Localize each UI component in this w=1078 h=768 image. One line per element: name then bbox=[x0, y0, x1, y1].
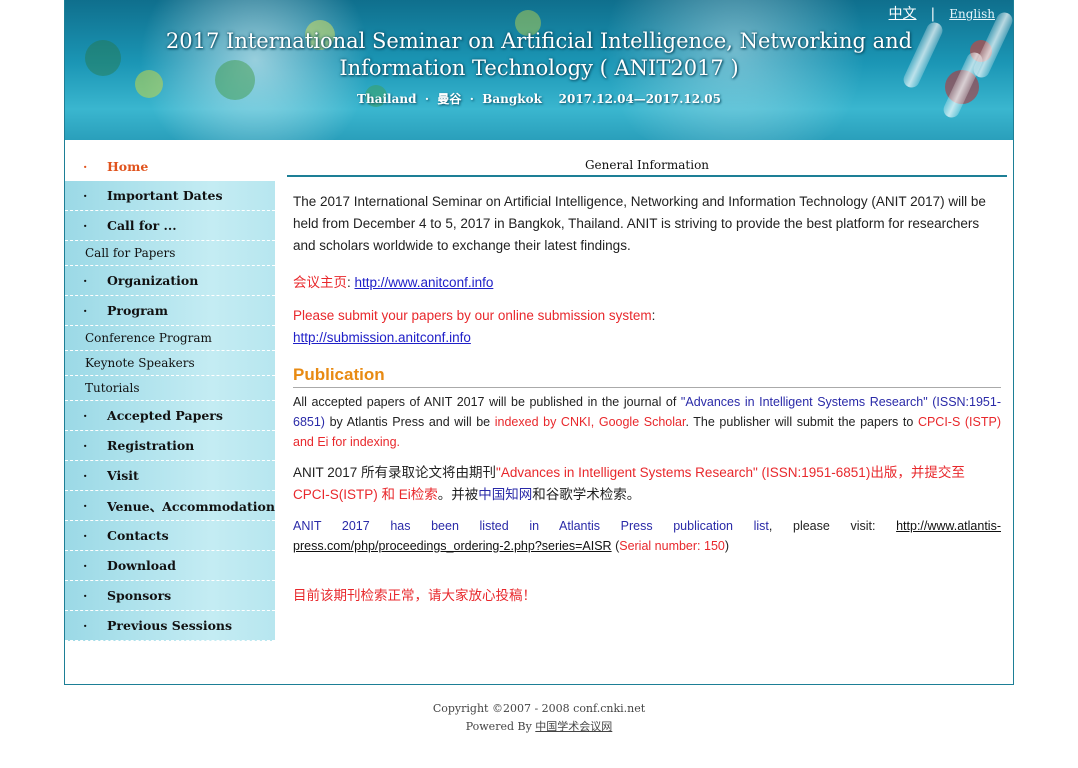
sidebar-nav: · Home · Important Dates · Call for ... Call f… bbox=[65, 152, 275, 641]
sidebar-item-label: Registration bbox=[107, 438, 195, 453]
pub-text-5: . The publisher will submit the papers t… bbox=[685, 415, 918, 429]
sidebar-item-home[interactable]: · Home bbox=[65, 152, 275, 181]
list-text-1: ANIT 2017 has been listed in Atlantis Pr… bbox=[293, 519, 769, 533]
bullet-icon: · bbox=[83, 273, 88, 288]
sidebar-item-call-for[interactable]: · Call for ... bbox=[65, 211, 275, 241]
sidebar-subitem-conference-program[interactable]: Conference Program bbox=[65, 326, 275, 351]
bullet-icon: · bbox=[83, 498, 88, 513]
sidebar-item-visit[interactable]: · Visit bbox=[65, 461, 275, 491]
sidebar-item-sponsors[interactable]: · Sponsors bbox=[65, 581, 275, 611]
bullet-icon: · bbox=[83, 303, 88, 318]
lang-english-link[interactable]: English bbox=[949, 7, 995, 21]
cn-cnki: 中国知网 bbox=[478, 487, 533, 502]
sidebar-item-label: Important Dates bbox=[107, 188, 223, 203]
sidebar-item-label: Download bbox=[107, 558, 176, 573]
sidebar-item-label: Organization bbox=[107, 273, 199, 288]
bullet-icon: · bbox=[83, 618, 88, 633]
pub-text-3: by Atlantis Press and will be bbox=[324, 415, 495, 429]
homepage-label: 会议主页 bbox=[293, 275, 347, 290]
bullet-icon: · bbox=[83, 408, 88, 423]
bullet-icon: · bbox=[83, 159, 88, 174]
bullet-icon: · bbox=[83, 528, 88, 543]
serial-number: Serial number: 150 bbox=[619, 539, 725, 553]
sidebar-item-important-dates[interactable]: · Important Dates bbox=[65, 181, 275, 211]
sidebar-item-label: Visit bbox=[107, 468, 139, 483]
sidebar-item-label: Previous Sessions bbox=[107, 618, 233, 633]
cn-text-3: 。并被 bbox=[437, 487, 479, 502]
submission-colon: : bbox=[651, 308, 656, 323]
sidebar-item-label: Contacts bbox=[107, 528, 169, 543]
publication-heading: Publication bbox=[293, 365, 1001, 388]
conference-title: 2017 International Seminar on Artificial… bbox=[65, 28, 1013, 82]
lang-separator: | bbox=[930, 6, 936, 22]
sidebar-item-organization[interactable]: · Organization bbox=[65, 266, 275, 296]
section-title: General Information bbox=[287, 152, 1007, 177]
conference-date-location: Thailand · 曼谷 · Bangkok 2017.12.04—2017.… bbox=[357, 92, 721, 106]
sidebar-item-venue-accommodation[interactable]: · Venue、Accommodation bbox=[65, 491, 275, 521]
publication-chinese-paragraph: ANIT 2017 所有录取论文将由期刊"Advances in Intelli… bbox=[293, 462, 1001, 506]
homepage-colon: : bbox=[347, 275, 355, 290]
copyright-text: Copyright ©2007 - 2008 conf.cnki.net bbox=[432, 702, 646, 715]
powered-by-prefix: Powered By bbox=[465, 720, 536, 733]
page-frame: 中文 | English 2017 International Seminar on… bbox=[64, 0, 1014, 685]
list-text-5: ) bbox=[724, 539, 730, 553]
notice-text: 目前该期刊检索正常，请大家放心投稿！ bbox=[293, 588, 536, 603]
submission-block: Please submit your papers by our online … bbox=[293, 305, 1001, 349]
sidebar-item-accepted-papers[interactable]: · Accepted Papers bbox=[65, 401, 275, 431]
conference-title-line1: 2017 International Seminar on Artificial… bbox=[165, 29, 913, 53]
sidebar-subitem-label: Conference Program bbox=[85, 331, 212, 345]
sidebar-item-label: Call for ... bbox=[107, 218, 177, 233]
list-text-2: , please visit: bbox=[768, 519, 897, 533]
main-content: General Information The 2017 Internation… bbox=[287, 152, 1007, 604]
bullet-icon: · bbox=[83, 438, 88, 453]
footer: Copyright ©2007 - 2008 conf.cnki.net Pow… bbox=[0, 700, 1078, 736]
cn-text-5: 和谷歌学术检索。 bbox=[532, 487, 641, 502]
cn-text-1: ANIT 2017 所有录取论文将由期刊 bbox=[293, 465, 497, 480]
language-switcher: 中文 | English bbox=[889, 3, 995, 23]
conference-title-line2: Information Technology ( ANIT2017 ) bbox=[339, 56, 739, 80]
submission-link[interactable]: http://submission.anitconf.info bbox=[293, 330, 471, 345]
bullet-icon: · bbox=[83, 188, 88, 203]
sidebar-subitem-label: Tutorials bbox=[85, 381, 140, 395]
sidebar-item-label: Program bbox=[107, 303, 168, 318]
bullet-icon: · bbox=[83, 468, 88, 483]
sidebar-item-label: Venue、Accommodation bbox=[107, 499, 275, 514]
publication-paragraph: All accepted papers of ANIT 2017 will be… bbox=[293, 392, 1001, 452]
sidebar-subitem-tutorials[interactable]: Tutorials bbox=[65, 376, 275, 401]
header-banner: 中文 | English 2017 International Seminar on… bbox=[65, 0, 1013, 140]
intro-paragraph: The 2017 International Seminar on Artifi… bbox=[293, 194, 986, 253]
powered-by-link[interactable]: 中国学术会议网 bbox=[535, 720, 612, 733]
homepage-link[interactable]: http://www.anitconf.info bbox=[355, 275, 494, 290]
bullet-icon: · bbox=[83, 218, 88, 233]
sidebar-item-contacts[interactable]: · Contacts bbox=[65, 521, 275, 551]
sidebar-subitem-label: Call for Papers bbox=[85, 246, 176, 260]
pub-text-1: All accepted papers of ANIT 2017 will be… bbox=[293, 395, 681, 409]
publication-list-paragraph: ANIT 2017 has been listed in Atlantis Pr… bbox=[293, 516, 1001, 556]
sidebar-item-label: Sponsors bbox=[107, 588, 172, 603]
powered-by-line: Powered By 中国学术会议网 bbox=[0, 718, 1078, 736]
sidebar-item-previous-sessions[interactable]: · Previous Sessions bbox=[65, 611, 275, 641]
sidebar-item-label: Home bbox=[107, 159, 149, 174]
sidebar-subitem-keynote-speakers[interactable]: Keynote Speakers bbox=[65, 351, 275, 376]
sidebar-subitem-label: Keynote Speakers bbox=[85, 356, 195, 370]
sidebar-item-program[interactable]: · Program bbox=[65, 296, 275, 326]
sidebar-subitem-call-for-papers[interactable]: Call for Papers bbox=[65, 241, 275, 266]
submission-text: Please submit your papers by our online … bbox=[293, 308, 652, 323]
sidebar-item-download[interactable]: · Download bbox=[65, 551, 275, 581]
bullet-icon: · bbox=[83, 588, 88, 603]
sidebar-item-registration[interactable]: · Registration bbox=[65, 431, 275, 461]
lang-chinese-link[interactable]: 中文 bbox=[889, 6, 917, 22]
sidebar-item-label: Accepted Papers bbox=[107, 408, 223, 423]
bullet-icon: · bbox=[83, 558, 88, 573]
homepage-line: 会议主页: http://www.anitconf.info bbox=[293, 271, 1001, 291]
pub-indexing: indexed by CNKI, Google Scholar bbox=[494, 415, 686, 429]
